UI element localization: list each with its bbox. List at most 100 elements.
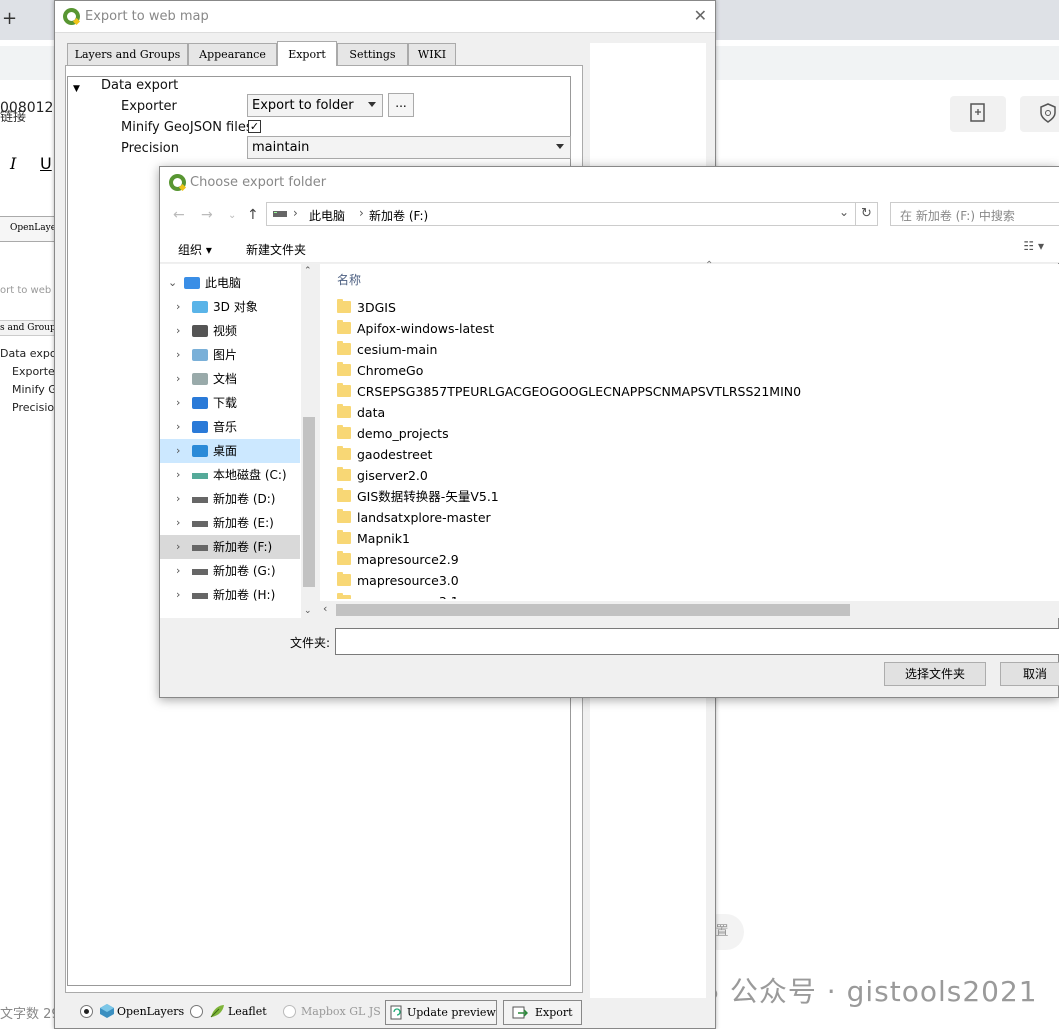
chevron-down-icon[interactable]: ⌄ (839, 205, 849, 219)
up-icon[interactable]: ↑ (247, 207, 259, 223)
breadcrumb-separator-icon[interactable]: › (293, 206, 298, 220)
radio-openlayers-label: OpenLayers (117, 1005, 185, 1018)
nav-item[interactable]: ⌄ 此电脑 (152, 271, 292, 295)
chevron-right-icon[interactable]: › (176, 367, 180, 391)
radio-openlayers[interactable] (80, 1005, 93, 1018)
breadcrumb-drive-f[interactable]: 新加卷 (F:) (369, 207, 428, 224)
folder-list-item[interactable]: Mapnik1 (337, 528, 410, 549)
browse-button[interactable]: ... (388, 93, 414, 117)
back-icon[interactable]: ← (173, 207, 185, 223)
nav-scrollbar-thumb[interactable] (303, 417, 315, 587)
folder-name: Apifox-windows-latest (357, 321, 495, 336)
new-tab-icon[interactable]: + (2, 8, 17, 29)
folder-list-item[interactable]: 3DGIS (337, 297, 396, 318)
nav-item[interactable]: › 音乐 (160, 415, 300, 439)
folder-icon (337, 362, 351, 376)
nav-item[interactable]: › 本地磁盘 (C:) (160, 463, 300, 487)
link-toolbar-item[interactable]: 链接 (0, 106, 26, 125)
address-bar[interactable]: › 此电脑 › 新加卷 (F:) ⌄ (266, 202, 856, 226)
chevron-down-icon[interactable]: ⌄ (168, 271, 177, 295)
tab-layers-and-groups[interactable]: Layers and Groups (67, 43, 188, 65)
chevron-right-icon[interactable]: › (176, 511, 180, 535)
chevron-right-icon[interactable]: › (176, 583, 180, 607)
folder-list-item[interactable]: Apifox-windows-latest (337, 318, 494, 339)
chevron-right-icon[interactable]: › (176, 535, 180, 559)
new-folder-button[interactable]: 新建文件夹 (246, 241, 306, 258)
breadcrumb-this-pc[interactable]: 此电脑 (309, 207, 345, 224)
nav-item[interactable]: › 视频 (160, 319, 300, 343)
folder-list-item[interactable]: GIS数据转换器-矢量V5.1 (337, 486, 499, 507)
radio-leaflet[interactable] (190, 1005, 203, 1018)
nav-item[interactable]: › 图片 (160, 343, 300, 367)
tab-appearance[interactable]: Appearance (188, 43, 277, 65)
drive-icon (192, 569, 208, 575)
search-input[interactable]: 在 新加卷 (F:) 中搜索 (890, 202, 1059, 226)
bg-shield-button[interactable] (1020, 96, 1059, 132)
precision-select[interactable]: maintain (247, 136, 571, 159)
folder-icon (337, 593, 351, 599)
breadcrumb-separator-icon[interactable]: › (359, 206, 364, 220)
chevron-right-icon[interactable]: › (176, 487, 180, 511)
nav-item[interactable]: › 新加卷 (H:) (160, 583, 300, 607)
tab-export[interactable]: Export (277, 41, 337, 66)
nav-item[interactable]: › 3D 对象 (160, 295, 300, 319)
folder-list-item[interactable]: mapresource3.0 (337, 570, 459, 591)
folder-list-item[interactable]: CRSEPSG3857TPEURLGACGEOGOOGLECNAPPSCNMAP… (337, 381, 801, 402)
close-icon[interactable]: ✕ (694, 6, 707, 25)
organize-menu[interactable]: 组织 ▾ (178, 241, 212, 258)
chevron-right-icon[interactable]: › (176, 391, 180, 415)
folder-list-item[interactable]: data (337, 402, 385, 423)
folder-dialog-titlebar[interactable]: Choose export folder (160, 167, 1059, 197)
recent-locations-icon[interactable]: ⌄ (228, 210, 236, 221)
exporter-select[interactable]: Export to folder (247, 94, 383, 117)
folder-list-item[interactable]: landsatxplore-master (337, 507, 491, 528)
chevron-right-icon[interactable]: › (176, 439, 180, 463)
column-header-name[interactable]: 名称 (337, 271, 361, 288)
radio-mapbox[interactable] (283, 1005, 296, 1018)
tab-settings[interactable]: Settings (337, 43, 408, 65)
folder-list-item[interactable]: ChromeGo (337, 360, 423, 381)
cancel-button[interactable]: 取消 (1000, 662, 1059, 686)
folder-list-item[interactable]: mapresource2.9 (337, 549, 459, 570)
nav-item-label: 新加卷 (E:) (213, 516, 274, 530)
chevron-right-icon[interactable]: › (176, 463, 180, 487)
scroll-up-icon[interactable]: ⌃ (304, 266, 312, 276)
folder-list-item[interactable]: mapresource3.1 (337, 591, 459, 599)
nav-item[interactable]: › 文档 (160, 367, 300, 391)
nav-item[interactable]: › 桌面 (160, 439, 300, 463)
folder-icon (337, 320, 351, 334)
chevron-right-icon[interactable]: › (176, 415, 180, 439)
scroll-down-icon[interactable]: ⌄ (304, 606, 312, 616)
folder-list-item[interactable]: demo_projects (337, 423, 449, 444)
italic-button[interactable]: I (10, 154, 16, 173)
tab-wiki[interactable]: WIKI (408, 43, 456, 65)
folder-list-item[interactable]: giserver2.0 (337, 465, 428, 486)
exporter-label: Exporter (121, 99, 177, 114)
chevron-right-icon[interactable]: › (176, 319, 180, 343)
folder-list-item[interactable]: gaodestreet (337, 444, 432, 465)
scroll-left-icon[interactable]: ‹ (323, 602, 327, 615)
chevron-right-icon[interactable]: › (176, 559, 180, 583)
nav-item[interactable]: › 新加卷 (F:) (160, 535, 300, 559)
nav-item[interactable]: › 新加卷 (E:) (160, 511, 300, 535)
nav-item[interactable]: › 下载 (160, 391, 300, 415)
minify-checkbox[interactable]: ✓ (248, 120, 261, 133)
horizontal-scrollbar-thumb[interactable] (336, 604, 850, 616)
expand-arrow-icon[interactable]: ▼ (73, 84, 80, 94)
export-button[interactable]: Export (503, 1000, 582, 1025)
forward-icon[interactable]: → (201, 207, 213, 223)
chevron-right-icon[interactable]: › (176, 295, 180, 319)
nav-item[interactable]: › 新加卷 (G:) (160, 559, 300, 583)
chevron-right-icon[interactable]: › (176, 343, 180, 367)
view-options-icon[interactable]: ☷ ▾ (1023, 239, 1044, 253)
nav-item[interactable]: › 新加卷 (D:) (160, 487, 300, 511)
exporter-value: Export to folder (252, 98, 354, 113)
update-preview-button[interactable]: Update preview (385, 1000, 497, 1025)
dialog-titlebar[interactable]: Export to web map ✕ (55, 1, 715, 33)
folder-list-item[interactable]: cesium-main (337, 339, 437, 360)
select-folder-button[interactable]: 选择文件夹 (884, 662, 986, 686)
bg-document-button[interactable] (950, 96, 1006, 132)
refresh-icon[interactable]: ↻ (856, 202, 878, 226)
folder-input[interactable] (335, 628, 1059, 655)
underline-button[interactable]: U (40, 154, 52, 173)
